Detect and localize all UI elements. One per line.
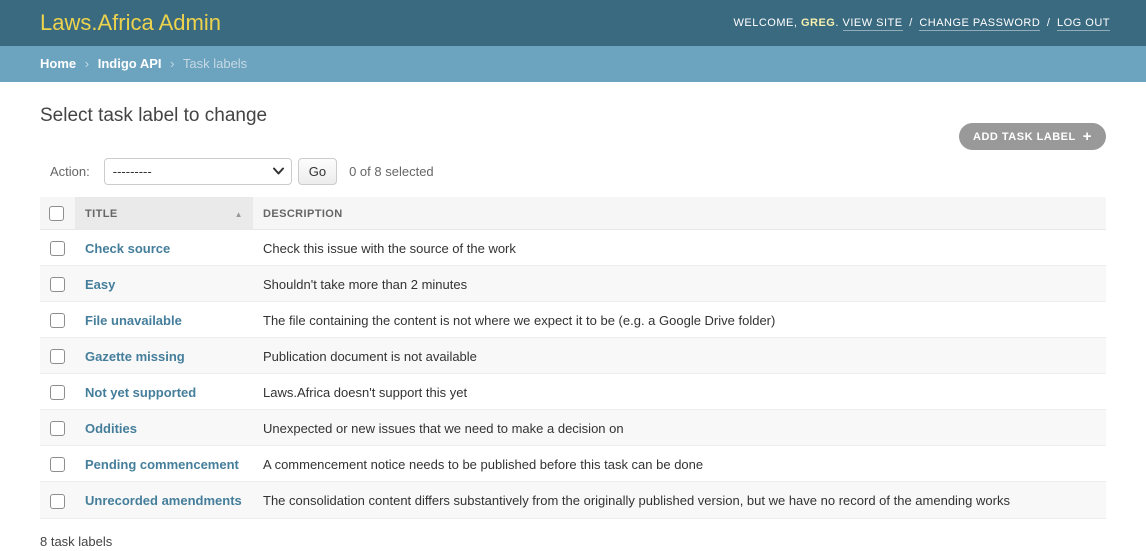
link-separator: / xyxy=(909,17,913,29)
task-label-link[interactable]: Gazette missing xyxy=(85,349,185,364)
breadcrumb-indigo-api[interactable]: Indigo API xyxy=(98,56,162,71)
table-row: Check source Check this issue with the s… xyxy=(40,230,1106,266)
welcome-text: WELCOME, xyxy=(734,17,798,29)
content-area: Select task label to change ADD TASK LAB… xyxy=(0,105,1146,551)
task-label-description: Unexpected or new issues that we need to… xyxy=(253,410,1106,446)
site-title[interactable]: Laws.Africa Admin xyxy=(40,10,221,36)
column-header-title-label: TITLE xyxy=(85,208,118,220)
task-label-description: Publication document is not available xyxy=(253,338,1106,374)
row-checkbox[interactable] xyxy=(50,421,65,436)
table-row: Gazette missing Publication document is … xyxy=(40,338,1106,374)
username: GREG xyxy=(801,17,835,29)
task-label-link[interactable]: Unrecorded amendments xyxy=(85,493,242,508)
actions-bar: Action: --------- Go 0 of 8 selected xyxy=(40,158,1106,185)
table-row: Oddities Unexpected or new issues that w… xyxy=(40,410,1106,446)
task-label-link[interactable]: Check source xyxy=(85,241,170,256)
action-select[interactable]: --------- xyxy=(104,158,292,185)
result-count: 8 task labels xyxy=(40,534,1106,549)
breadcrumb-separator-icon: › xyxy=(170,56,174,71)
add-task-label-button-label: ADD TASK LABEL xyxy=(973,131,1076,143)
selection-counter: 0 of 8 selected xyxy=(349,164,434,179)
table-row: Easy Shouldn't take more than 2 minutes xyxy=(40,266,1106,302)
task-label-description: A commencement notice needs to be publis… xyxy=(253,446,1106,482)
task-label-link[interactable]: Oddities xyxy=(85,421,137,436)
breadcrumb-current-page: Task labels xyxy=(183,56,247,71)
row-checkbox[interactable] xyxy=(50,241,65,256)
breadcrumb-home[interactable]: Home xyxy=(40,56,76,71)
log-out-link[interactable]: LOG OUT xyxy=(1057,17,1110,31)
table-row: Not yet supported Laws.Africa doesn't su… xyxy=(40,374,1106,410)
sort-ascending-icon[interactable]: ▲ xyxy=(235,210,243,219)
breadcrumb: Home › Indigo API › Task labels xyxy=(0,46,1146,82)
task-label-link[interactable]: Not yet supported xyxy=(85,385,196,400)
row-checkbox[interactable] xyxy=(50,349,65,364)
task-label-description: The file containing the content is not w… xyxy=(253,302,1106,338)
row-checkbox[interactable] xyxy=(50,494,65,509)
task-label-description: Check this issue with the source of the … xyxy=(253,230,1106,266)
table-row: Pending commencement A commencement noti… xyxy=(40,446,1106,482)
task-label-description: The consolidation content differs substa… xyxy=(253,482,1106,518)
select-all-checkbox[interactable] xyxy=(49,206,64,221)
task-label-link[interactable]: Pending commencement xyxy=(85,457,239,472)
table-header-row: TITLE ▲ DESCRIPTION xyxy=(40,197,1106,230)
page-title: Select task label to change xyxy=(40,105,1106,127)
action-label: Action: xyxy=(50,164,90,179)
view-site-link[interactable]: VIEW SITE xyxy=(843,17,903,31)
plus-icon: + xyxy=(1083,129,1092,144)
column-header-title[interactable]: TITLE ▲ xyxy=(75,197,253,230)
task-label-description: Shouldn't take more than 2 minutes xyxy=(253,266,1106,302)
link-separator: / xyxy=(1047,17,1051,29)
column-header-description[interactable]: DESCRIPTION xyxy=(253,197,1106,230)
row-checkbox[interactable] xyxy=(50,457,65,472)
change-password-link[interactable]: CHANGE PASSWORD xyxy=(919,17,1040,31)
table-row: File unavailable The file containing the… xyxy=(40,302,1106,338)
go-button[interactable]: Go xyxy=(298,158,337,185)
task-label-link[interactable]: Easy xyxy=(85,277,115,292)
add-task-label-button[interactable]: ADD TASK LABEL + xyxy=(959,123,1106,150)
task-label-link[interactable]: File unavailable xyxy=(85,313,182,328)
user-tools: WELCOME, GREG. VIEW SITE / CHANGE PASSWO… xyxy=(734,17,1111,29)
branding-bar: Laws.Africa Admin WELCOME, GREG. VIEW SI… xyxy=(0,0,1146,46)
task-label-description: Laws.Africa doesn't support this yet xyxy=(253,374,1106,410)
task-label-table-body: Check source Check this issue with the s… xyxy=(40,230,1106,519)
breadcrumb-separator-icon: › xyxy=(85,56,89,71)
row-checkbox[interactable] xyxy=(50,277,65,292)
welcome-period: . xyxy=(835,17,839,29)
task-label-table: TITLE ▲ DESCRIPTION Check source Check t… xyxy=(40,197,1106,519)
row-checkbox[interactable] xyxy=(50,313,65,328)
row-checkbox[interactable] xyxy=(50,385,65,400)
action-select-wrap: --------- xyxy=(104,158,292,185)
table-row: Unrecorded amendments The consolidation … xyxy=(40,482,1106,518)
